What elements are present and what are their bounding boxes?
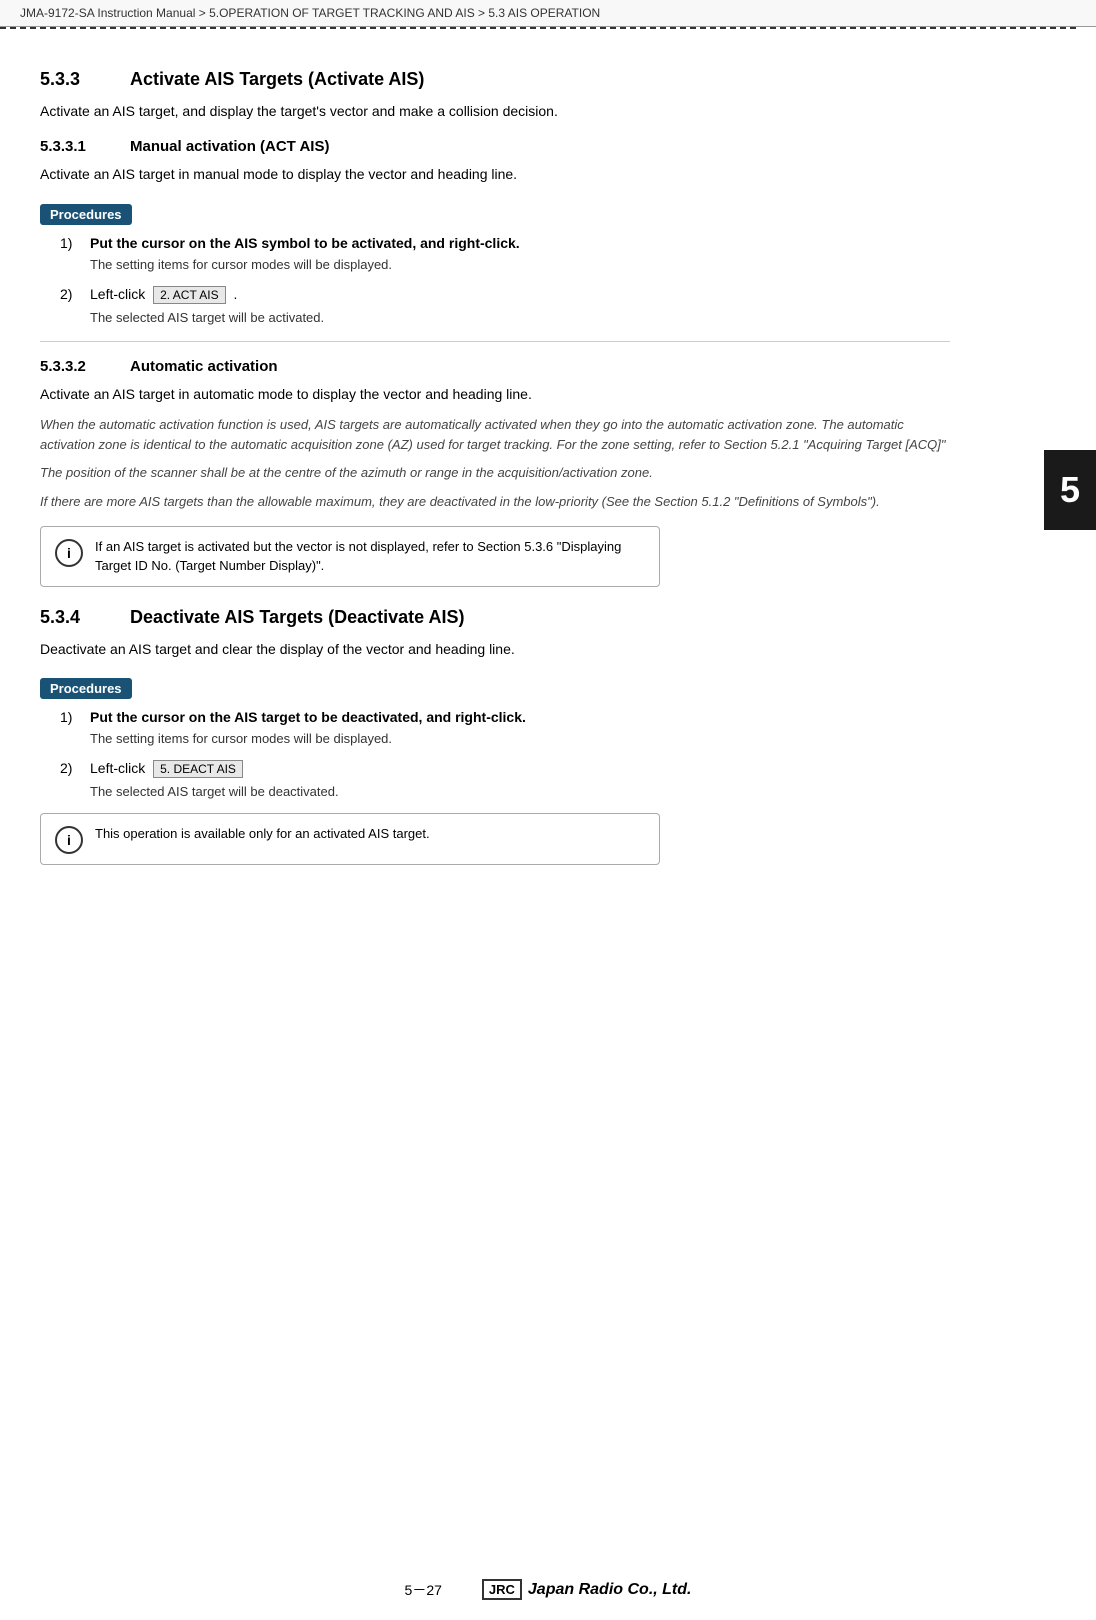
section-5331-title: Manual activation (ACT AIS) [130, 138, 329, 155]
section-5331-number: 5.3.3.1 [40, 138, 130, 155]
info-icon-5332: i [55, 539, 83, 567]
act-ais-button[interactable]: 2. ACT AIS [153, 286, 225, 304]
section-5332-title: Automatic activation [130, 358, 278, 375]
auto-note-3: If there are more AIS targets than the a… [40, 492, 950, 512]
section-5332-number: 5.3.3.2 [40, 358, 130, 375]
section-5331-header: 5.3.3.1 Manual activation (ACT AIS) [40, 138, 950, 155]
step-5331-1-number: 1) [60, 235, 90, 251]
step-534-2-content: Left-click 5. DEACT AIS [90, 760, 950, 778]
section-534-title: Deactivate AIS Targets (Deactivate AIS) [130, 607, 464, 628]
main-content: 5.3.3 Activate AIS Targets (Activate AIS… [0, 29, 980, 899]
step-5331-2-row: 2) Left-click 2. ACT AIS . [60, 286, 950, 304]
step-5331-1-text: Put the cursor on the AIS symbol to be a… [90, 235, 950, 251]
section-533-number: 5.3.3 [40, 69, 130, 90]
step-5331-2-subtext: The selected AIS target will be activate… [90, 310, 950, 325]
procedures-badge-2: Procedures [40, 678, 132, 699]
footer: 5－27 JRC Japan Radio Co., Ltd. [0, 1579, 1096, 1600]
procedures-badge-1: Procedures [40, 204, 132, 225]
step-5331-2-before: Left-click [90, 286, 145, 302]
section-533-header: 5.3.3 Activate AIS Targets (Activate AIS… [40, 69, 950, 90]
step-534-1-subtext: The setting items for cursor modes will … [90, 731, 950, 746]
footer-logo: JRC Japan Radio Co., Ltd. [482, 1579, 692, 1600]
section-534-header: 5.3.4 Deactivate AIS Targets (Deactivate… [40, 607, 950, 628]
page-number: 5－27 [405, 1580, 442, 1600]
info-box-534: i This operation is available only for a… [40, 813, 660, 865]
deact-ais-button[interactable]: 5. DEACT AIS [153, 760, 243, 778]
step-5331-1-row: 1) Put the cursor on the AIS symbol to b… [60, 235, 950, 251]
info-icon-534: i [55, 826, 83, 854]
jrc-label: JRC [482, 1579, 522, 1600]
step-534-2-number: 2) [60, 760, 90, 776]
section-533-title: Activate AIS Targets (Activate AIS) [130, 69, 424, 90]
step-5331-2-after: . [234, 286, 238, 302]
step-534-2-row: 2) Left-click 5. DEACT AIS [60, 760, 950, 778]
info-text-534: This operation is available only for an … [95, 824, 645, 844]
section-534-intro: Deactivate an AIS target and clear the d… [40, 638, 950, 660]
info-text-5332: If an AIS target is activated but the ve… [95, 537, 645, 576]
step-534-1-text: Put the cursor on the AIS target to be d… [90, 709, 950, 725]
info-box-5332: i If an AIS target is activated but the … [40, 526, 660, 587]
step-5331-2-number: 2) [60, 286, 90, 302]
step-534-2: 2) Left-click 5. DEACT AIS The selected … [60, 760, 950, 799]
section-5332-intro: Activate an AIS target in automatic mode… [40, 383, 950, 405]
auto-note-1: When the automatic activation function i… [40, 415, 950, 455]
section-5331-intro: Activate an AIS target in manual mode to… [40, 163, 950, 185]
breadcrumb: JMA-9172-SA Instruction Manual > 5.OPERA… [0, 0, 1096, 27]
step-534-1: 1) Put the cursor on the AIS target to b… [60, 709, 950, 746]
step-534-2-before: Left-click [90, 760, 145, 776]
auto-note-2: The position of the scanner shall be at … [40, 463, 950, 483]
section-533-intro: Activate an AIS target, and display the … [40, 100, 950, 122]
step-5331-2: 2) Left-click 2. ACT AIS . The selected … [60, 286, 950, 325]
step-5331-1: 1) Put the cursor on the AIS symbol to b… [60, 235, 950, 272]
section-534-number: 5.3.4 [40, 607, 130, 628]
step-534-2-subtext: The selected AIS target will be deactiva… [90, 784, 950, 799]
chapter-tab: 5 [1044, 450, 1096, 530]
step-5331-1-subtext: The setting items for cursor modes will … [90, 257, 950, 272]
section-5332-header: 5.3.3.2 Automatic activation [40, 358, 950, 375]
section-divider-1 [40, 341, 950, 342]
step-534-1-row: 1) Put the cursor on the AIS target to b… [60, 709, 950, 725]
step-534-1-number: 1) [60, 709, 90, 725]
brand-name: Japan Radio Co., Ltd. [528, 1581, 692, 1599]
step-5331-2-content: Left-click 2. ACT AIS . [90, 286, 950, 304]
